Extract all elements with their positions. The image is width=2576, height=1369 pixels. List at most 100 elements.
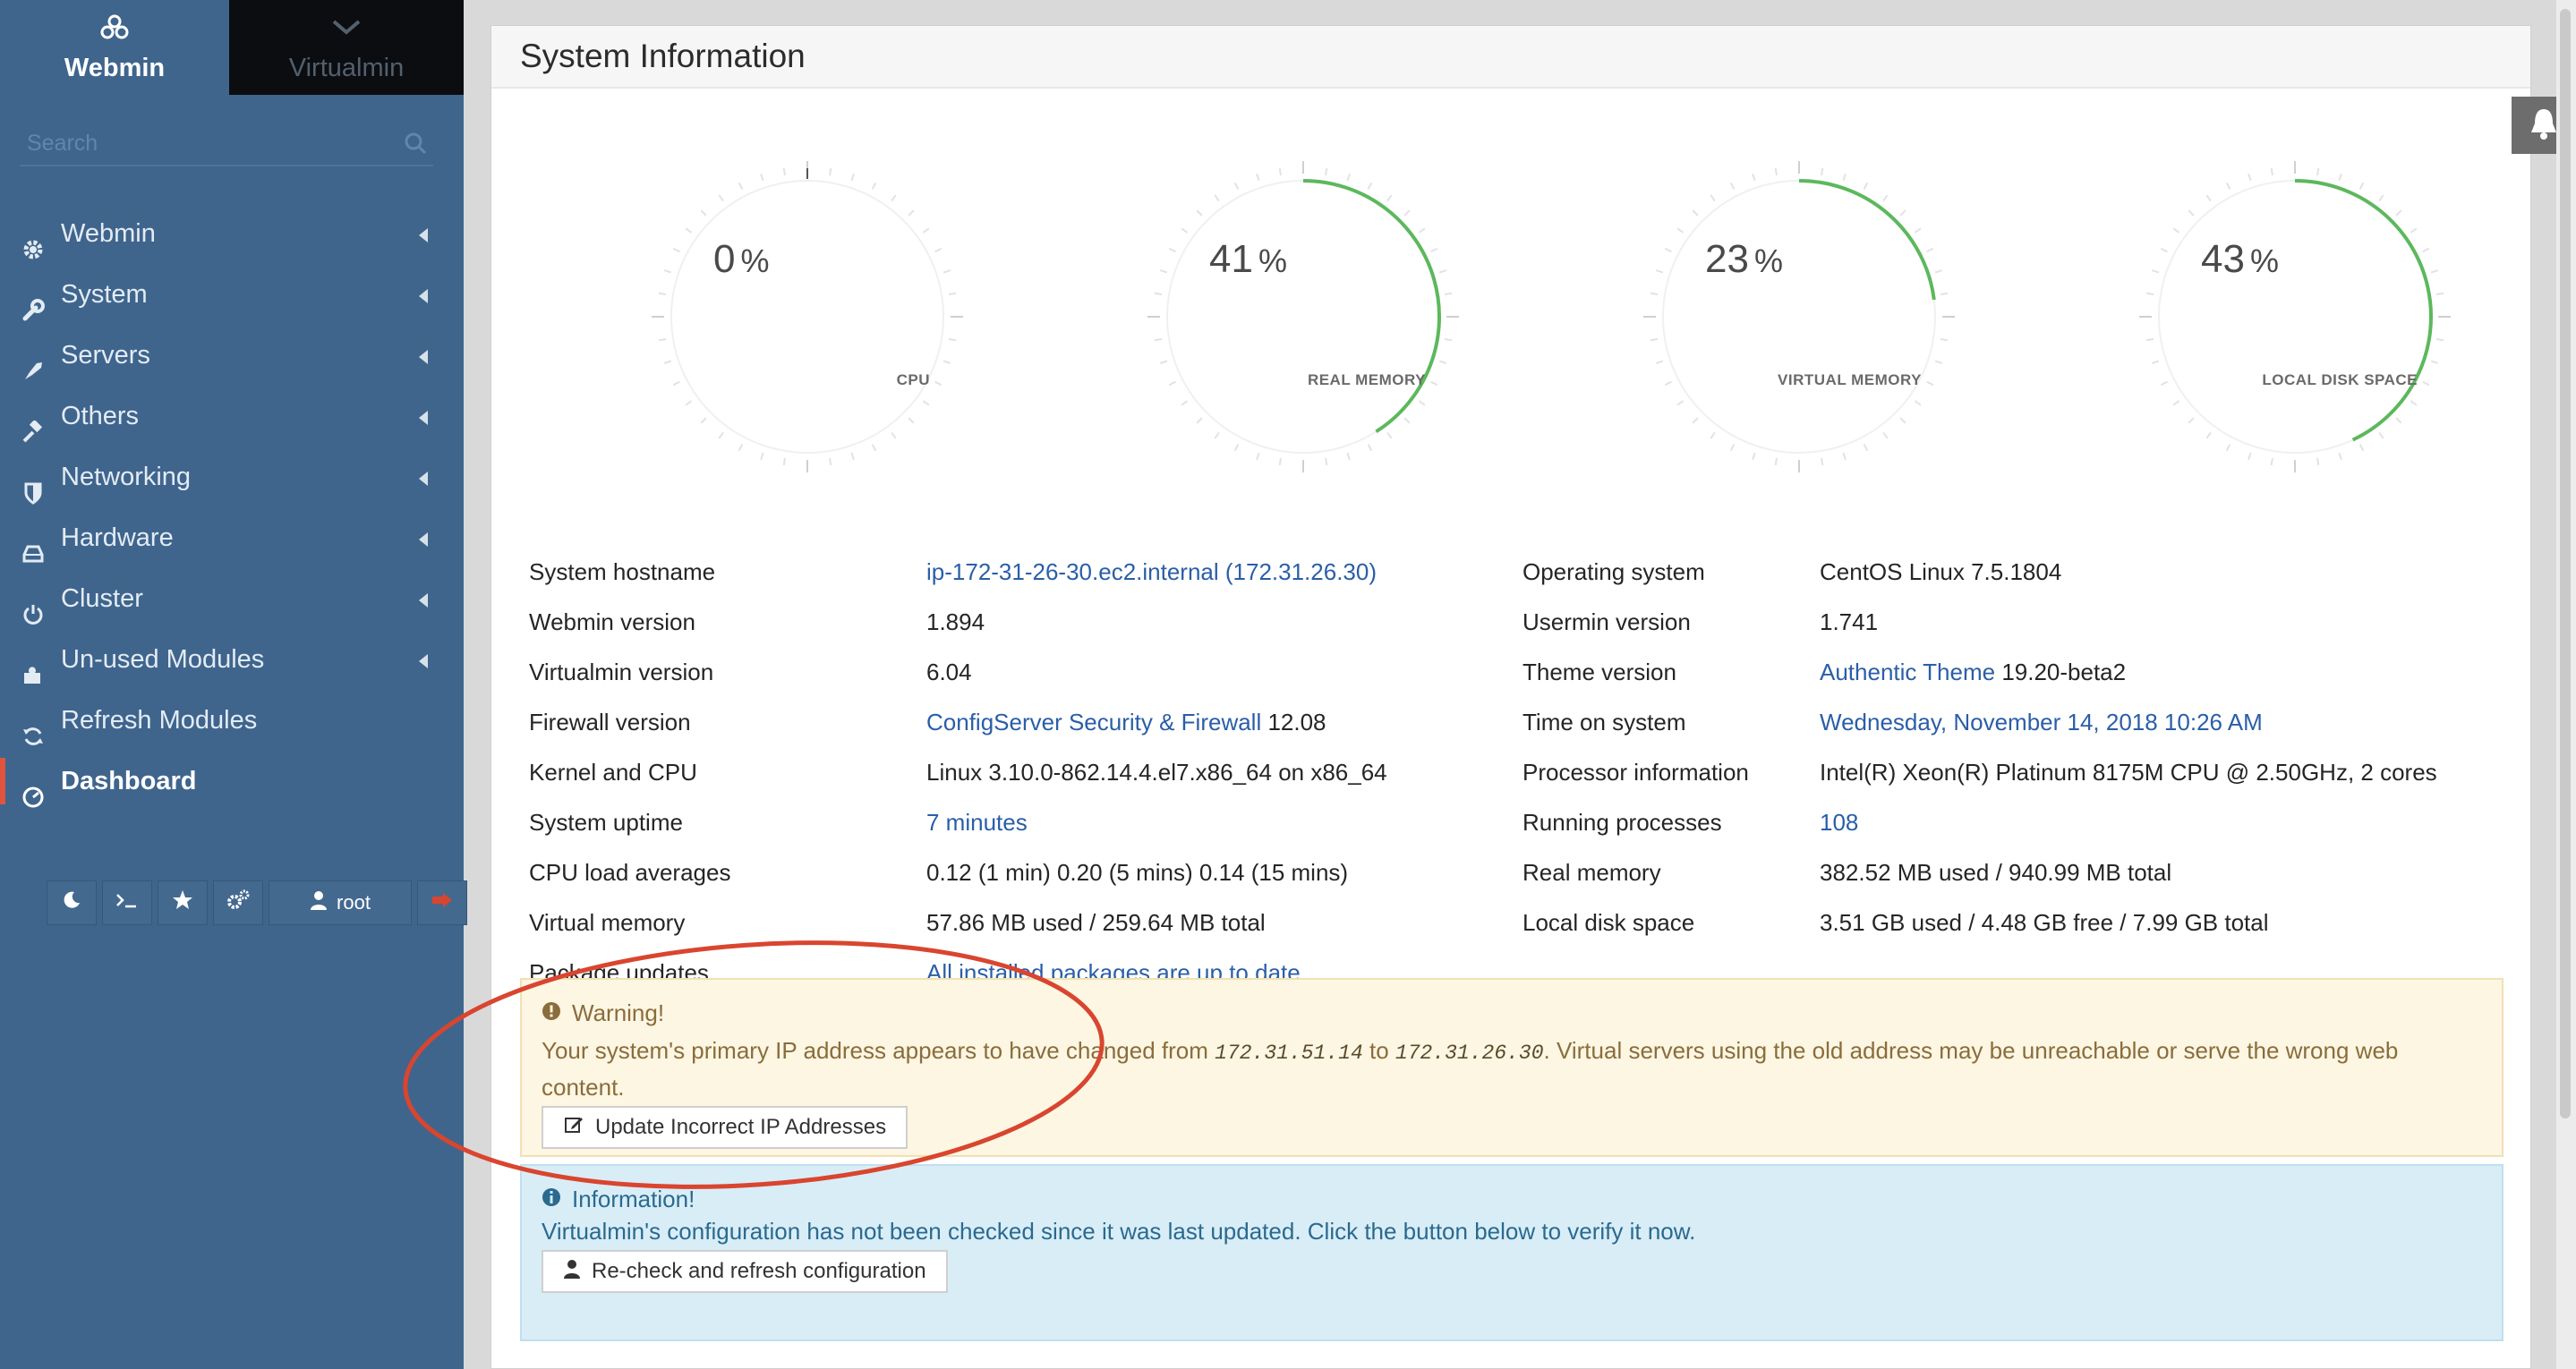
gauge-tick: [1181, 227, 1189, 234]
terminal-button[interactable]: [102, 880, 152, 925]
warning-alert: Warning! Your system's primary IP addres…: [520, 978, 2503, 1157]
sidebar-item-hardware[interactable]: Hardware: [0, 507, 464, 568]
gauge-tick: [2316, 457, 2320, 466]
info-key: Kernel and CPU: [529, 759, 697, 786]
gauge-tick: [1926, 380, 1934, 387]
gauge-tick: [2225, 444, 2231, 452]
gauge-tick: [922, 227, 930, 234]
gauge-tick: [1214, 194, 1220, 202]
gauge-tick: [1196, 417, 1203, 424]
gauge-tick: [1214, 431, 1220, 439]
gauge-arc: [1302, 179, 1441, 434]
theme-link[interactable]: Authentic Theme: [1820, 659, 1995, 685]
button-label: Re-check and refresh configuration: [592, 1259, 926, 1283]
scrollbar-thumb[interactable]: [2560, 9, 2571, 1118]
panel-title: System Information: [491, 26, 2530, 89]
caret-left-icon: [419, 350, 428, 364]
gauge-tick: [829, 167, 832, 176]
info-row: Kernel and CPU Linux 3.10.0-862.14.4.el7…: [529, 747, 1496, 797]
info-value: CentOS Linux 7.5.1804: [1820, 558, 2062, 585]
gauge-tick: [1899, 209, 1906, 217]
gauge-tick: [2410, 227, 2418, 234]
info-value: Intel(R) Xeon(R) Platinum 8175M CPU @ 2.…: [1820, 759, 2437, 786]
gauge-tick: [1676, 227, 1685, 234]
info-key: Time on system: [1523, 709, 1686, 736]
button-label: Update Incorrect IP Addresses: [595, 1115, 887, 1139]
search-icon[interactable]: [403, 131, 428, 160]
gauge-tick: [663, 360, 672, 364]
gauge-tick: [685, 227, 693, 234]
gauge-tick: [1418, 400, 1426, 406]
gauge-tick: [760, 173, 764, 182]
sidebar-item-cluster[interactable]: Cluster: [0, 568, 464, 629]
gauge-tick: [2358, 444, 2365, 452]
gauge-tick: [1664, 380, 1672, 387]
gauge-tick: [1346, 173, 1351, 182]
gauge-tick: [2378, 431, 2384, 439]
power-icon: [21, 588, 45, 625]
gauge-tick: [700, 417, 707, 424]
sidebar-item-servers[interactable]: Servers: [0, 325, 464, 386]
gauge-tick: [1664, 247, 1672, 253]
gauge-tick: [2145, 292, 2154, 295]
info-row: Virtual memory 57.86 MB used / 259.64 MB…: [529, 897, 1496, 948]
gauge-tick: [1196, 209, 1203, 217]
info-key: Local disk space: [1523, 909, 1695, 936]
sidebar-item-dashboard[interactable]: Dashboard: [0, 751, 464, 812]
info-key: Processor information: [1523, 759, 1749, 786]
user-icon: [310, 889, 328, 916]
search-input[interactable]: [20, 125, 392, 161]
update-ip-addresses-button[interactable]: Update Incorrect IP Addresses: [542, 1106, 908, 1149]
tab-virtualmin[interactable]: Virtualmin: [229, 0, 464, 95]
caret-left-icon: [419, 654, 428, 668]
sidebar-item-refresh-modules[interactable]: Refresh Modules: [0, 690, 464, 751]
gauge-tick: [1154, 338, 1163, 342]
gauge-tick: [2205, 194, 2212, 202]
sidebar-item-webmin[interactable]: Webmin: [0, 203, 464, 264]
gauge-tick: [948, 338, 957, 342]
sidebar-item-unused-modules[interactable]: Un-used Modules: [0, 629, 464, 690]
sidebar-item-system[interactable]: System: [0, 264, 464, 325]
time-link[interactable]: Wednesday, November 14, 2018 10:26 AM: [1820, 697, 2263, 747]
info-row: Usermin version 1.741: [1523, 597, 2507, 647]
system-info-right: Operating system CentOS Linux 7.5.1804 U…: [1523, 547, 2507, 948]
sidebar-item-networking[interactable]: Networking: [0, 446, 464, 507]
night-mode-button[interactable]: [47, 880, 97, 925]
firewall-link[interactable]: ConfigServer Security & Firewall: [926, 709, 1261, 736]
uptime-link[interactable]: 7 minutes: [926, 797, 1028, 847]
recheck-configuration-button[interactable]: Re-check and refresh configuration: [542, 1250, 948, 1293]
tab-webmin[interactable]: Webmin: [0, 0, 229, 95]
caret-left-icon: [419, 472, 428, 486]
gauge-tick: [1940, 338, 1949, 342]
info-key: Firewall version: [529, 709, 691, 736]
favorites-button[interactable]: [158, 880, 208, 925]
chevron-down-icon: [229, 7, 464, 43]
gauge-tick: [1367, 444, 1373, 452]
system-info-left: System hostname ip-172-31-26-30.ec2.inte…: [529, 547, 1496, 998]
theme-settings-button[interactable]: [213, 880, 263, 925]
info-value: 3.51 GB used / 4.48 GB free / 7.99 GB to…: [1820, 909, 2269, 936]
info-value: 6.04: [926, 659, 972, 685]
sign-out-icon: [431, 890, 454, 915]
gauge-value: 43%: [2201, 237, 2279, 281]
info-row: Local disk space 3.51 GB used / 4.48 GB …: [1523, 897, 2507, 948]
hostname-link[interactable]: ip-172-31-26-30.ec2.internal (172.31.26.…: [926, 547, 1377, 597]
gauge-tick: [2160, 380, 2168, 387]
information-message: Virtualmin's configuration has not been …: [542, 1218, 1696, 1245]
gavel-icon: [21, 405, 45, 443]
gauge-tick: [1233, 182, 1240, 190]
info-row: CPU load averages 0.12 (1 min) 0.20 (5 m…: [529, 847, 1496, 897]
gauge-tick: [2316, 167, 2320, 176]
info-value: Linux 3.10.0-862.14.4.el7.x86_64 on x86_…: [926, 759, 1387, 786]
sidebar-item-label: Cluster: [61, 584, 143, 613]
caret-left-icon: [419, 228, 428, 242]
sidebar-item-label: System: [61, 280, 148, 309]
sidebar-item-others[interactable]: Others: [0, 386, 464, 446]
local-disk-space-gauge: 43% LOCAL DISK SPACE: [2129, 151, 2461, 482]
logout-button[interactable]: [417, 880, 467, 925]
sidebar-toolbar: root: [47, 880, 473, 927]
info-key: CPU load averages: [529, 859, 731, 886]
processes-link[interactable]: 108: [1820, 797, 1858, 847]
user-button[interactable]: root: [269, 880, 412, 925]
gauge-tick: [1655, 269, 1664, 274]
